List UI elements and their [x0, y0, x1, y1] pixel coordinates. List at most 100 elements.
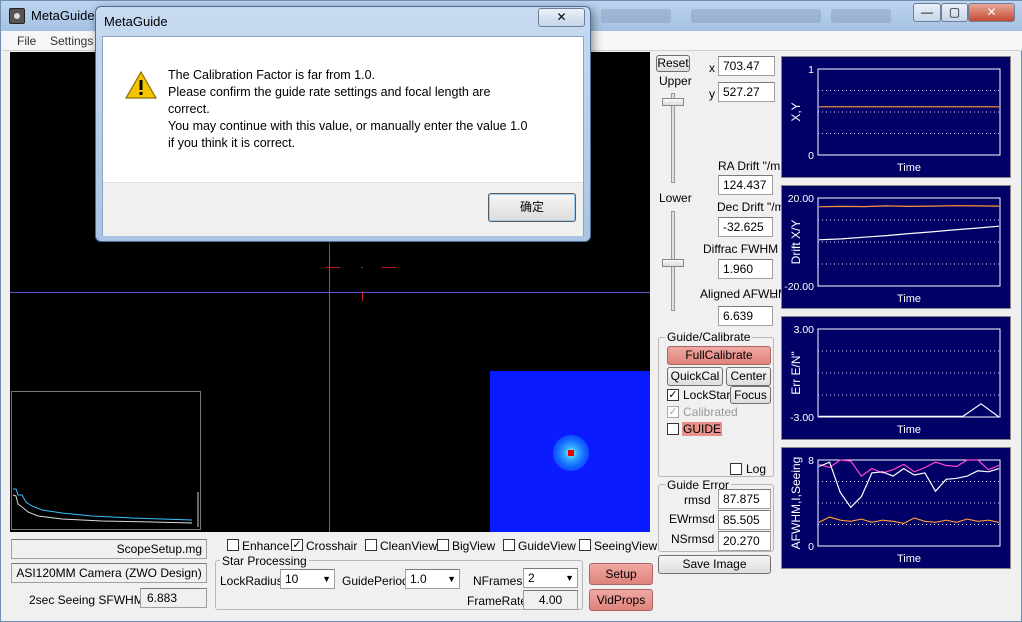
vidprops-button[interactable]: VidProps — [589, 589, 653, 611]
framerate-label: FrameRate — [467, 594, 528, 608]
lockstar-checkbox[interactable]: ✓ — [667, 389, 679, 401]
xy-plot-panel: 1 0 Time X,Y — [781, 56, 1011, 178]
seeing-value: 6.883 — [140, 588, 207, 608]
rmsd-value: 87.875 — [718, 489, 771, 509]
diffrac-fwhm-label: Diffrac FWHM " — [703, 242, 786, 256]
save-image-button[interactable]: Save Image — [658, 555, 771, 574]
plot-background — [782, 448, 1010, 568]
cleanview-checkbox[interactable] — [365, 539, 377, 551]
calibrated-checkbox: ✓ — [667, 406, 679, 418]
crosshair-label: Crosshair — [306, 539, 358, 553]
ra-drift-label: RA Drift "/m — [718, 159, 781, 173]
dialog-line: if you think it is correct. — [168, 136, 296, 150]
log-label: Log — [746, 462, 767, 476]
y-axis-label: AFWHM,I,Seeing — [789, 457, 803, 550]
framerate-value: 4.00 — [523, 590, 578, 610]
reset-button[interactable]: Reset — [656, 55, 690, 72]
close-button[interactable]: ✕ — [968, 3, 1015, 22]
y-value: 527.27 — [718, 82, 775, 102]
star-processing-title: Star Processing — [220, 554, 309, 568]
target-dot — [361, 267, 363, 268]
y-tick-label: 3.00 — [794, 324, 815, 336]
dec-drift-label: Dec Drift "/m — [717, 200, 785, 214]
log-checkbox[interactable] — [730, 463, 742, 475]
y-axis-label: Drift X/Y — [789, 220, 803, 265]
x-axis-label: Time — [897, 424, 921, 436]
drift-plot-panel: 20.00 -20.00 Time Drift X/Y — [781, 185, 1011, 309]
x-axis-label: Time — [897, 162, 921, 174]
main-window: MetaGuide — ▢ ✕ File Settings Reset Uppe… — [0, 0, 1022, 622]
guideperiod-select[interactable]: 1.0 ▼ — [405, 569, 460, 589]
seeing-plot: 8 0 Time AFWHM,I,Seeing — [782, 448, 1010, 568]
dialog-close-button[interactable]: ✕ — [538, 8, 585, 27]
nframes-label: NFrames — [473, 574, 523, 588]
histogram-plot — [12, 488, 199, 527]
lower-slider-thumb[interactable] — [662, 259, 684, 267]
minimize-button[interactable]: — — [913, 3, 941, 22]
plot-background — [782, 57, 1010, 177]
guideview-label: GuideView — [518, 539, 576, 553]
crosshair-vertical — [329, 242, 330, 532]
dialog-message: The Calibration Factor is far from 1.0. … — [168, 67, 568, 152]
error-plot-panel: 3.00 -3.00 Time Err E/N" — [781, 316, 1011, 440]
app-icon — [9, 8, 25, 24]
star-zoom-view — [490, 371, 650, 532]
guideview-checkbox[interactable] — [503, 539, 515, 551]
xy-plot: 1 0 Time X,Y — [782, 57, 1010, 177]
maximize-button[interactable]: ▢ — [941, 3, 968, 22]
lock-marker — [326, 267, 340, 268]
seeing-plot-panel: 8 0 Time AFWHM,I,Seeing — [781, 447, 1011, 569]
x-axis-label: Time — [897, 293, 921, 305]
chevron-down-icon: ▼ — [322, 574, 331, 584]
enhance-label: Enhance — [242, 539, 290, 553]
menu-file[interactable]: File — [17, 34, 36, 48]
dialog-line: Please confirm the guide rate settings a… — [168, 85, 491, 99]
y-tick-label: 1 — [808, 64, 814, 76]
warning-icon — [125, 70, 157, 99]
nframes-select[interactable]: 2 ▼ — [523, 568, 578, 588]
error-plot: 3.00 -3.00 Time Err E/N" — [782, 317, 1010, 439]
menu-settings[interactable]: Settings — [50, 34, 93, 48]
setup-button[interactable]: Setup — [589, 563, 653, 585]
dialog-body: The Calibration Factor is far from 1.0. … — [102, 36, 584, 236]
seeingview-checkbox[interactable] — [579, 539, 591, 551]
calibrated-label: Calibrated — [683, 405, 738, 419]
guideperiod-label: GuidePeriod — [342, 574, 409, 588]
guide-calibrate-title: Guide/Calibrate — [665, 330, 753, 344]
crosshair-checkbox[interactable]: ✓ — [291, 539, 303, 551]
lockradius-select[interactable]: 10 ▼ — [280, 569, 335, 589]
x-label: x — [709, 61, 715, 75]
y-tick-label: 8 — [808, 455, 814, 467]
dialog-line: The Calibration Factor is far from 1.0. — [168, 68, 376, 82]
full-calibrate-button[interactable]: FullCalibrate — [667, 346, 771, 365]
aligned-afwhm-value: 6.639 — [718, 306, 773, 326]
quickcal-button[interactable]: QuickCal — [667, 367, 723, 386]
focus-button[interactable]: Focus — [730, 386, 771, 404]
crosshair-horizontal — [10, 292, 650, 293]
upper-slider-thumb[interactable] — [662, 98, 684, 106]
dec-drift-value: -32.625 — [718, 217, 773, 237]
center-button[interactable]: Center — [726, 367, 771, 386]
bigview-checkbox[interactable] — [437, 539, 449, 551]
y-tick-label: 20.00 — [788, 193, 814, 205]
plot-background — [782, 317, 1010, 439]
seeing-label: 2sec Seeing SFWHM" — [29, 593, 148, 607]
y-tick-label: 0 — [808, 150, 814, 162]
nframes-value: 2 — [528, 571, 535, 585]
chevron-down-icon: ▼ — [565, 573, 574, 583]
enhance-checkbox[interactable] — [227, 539, 239, 551]
star-centroid — [568, 450, 574, 456]
upper-slider-track[interactable] — [671, 93, 675, 183]
guideperiod-value: 1.0 — [410, 572, 427, 586]
nsrmsd-label: NSrmsd — [671, 532, 715, 546]
y-axis-label: Err E/N" — [789, 351, 803, 395]
ra-drift-value: 124.437 — [718, 175, 773, 195]
dialog-line: correct. — [168, 102, 210, 116]
y-axis-label: X,Y — [789, 102, 803, 121]
ewrmsd-label: EWrmsd — [669, 512, 715, 526]
lower-label: Lower — [659, 191, 692, 205]
scope-setup-field: ScopeSetup.mg — [11, 539, 207, 559]
lock-marker — [382, 267, 396, 268]
ok-button[interactable]: 确定 — [488, 193, 576, 222]
guide-checkbox[interactable] — [667, 423, 679, 435]
